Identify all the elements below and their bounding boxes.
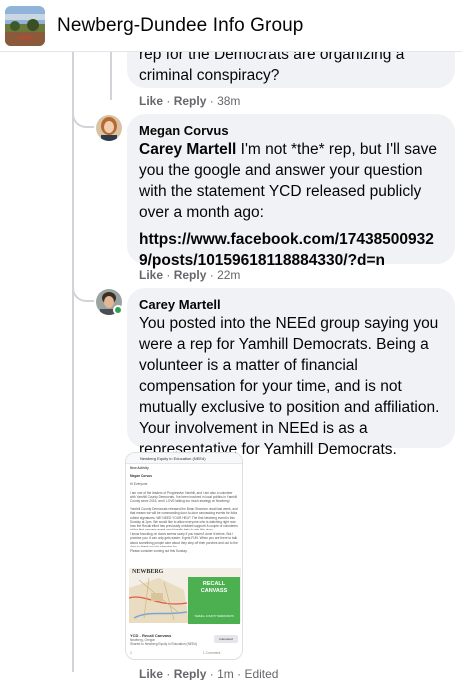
comment-body: You posted into the NEEd group saying yo… xyxy=(139,315,440,458)
thread-connector xyxy=(72,108,94,128)
thread-line xyxy=(72,52,74,672)
event-shared-to: Shared to Newberg Equity in Education (N… xyxy=(130,642,197,646)
thread-line xyxy=(110,52,112,100)
interested-button: Interested xyxy=(214,635,238,643)
like-button[interactable]: Like xyxy=(139,268,163,282)
comment-bubble: Carey Martell You posted into the NEEd g… xyxy=(127,288,455,458)
comment-bubble: Megan Corvus Carey Martell I'm not *the*… xyxy=(127,114,455,269)
comment-attachment-image[interactable]: Newberg Equity in Education (NEEd) New A… xyxy=(125,452,243,660)
attachment-body: I am one of the leaders of Progressive Y… xyxy=(130,490,238,504)
group-header: Newberg-Dundee Info Group xyxy=(0,0,462,52)
like-button[interactable]: Like xyxy=(139,94,163,108)
comment-timestamp[interactable]: 22m xyxy=(217,268,240,282)
edited-label[interactable]: Edited xyxy=(244,667,278,680)
attachment-body: Yamhill County Democrats released the Br… xyxy=(130,507,238,530)
online-status-indicator xyxy=(113,305,123,315)
map-label: NEWBERG xyxy=(132,569,164,575)
comment-timestamp[interactable]: 38m xyxy=(217,94,240,108)
comment-count: 1 Comment xyxy=(202,651,221,655)
group-avatar[interactable] xyxy=(5,5,45,46)
attachment-reactions: 1 1 Comment xyxy=(130,651,220,655)
comment-author[interactable]: Carey Martell xyxy=(139,296,443,313)
attachment-greeting: Hi Everyone xyxy=(130,482,148,487)
attachment-new-activity: New Activity xyxy=(130,466,149,470)
comment-text: Carey Martell I'm not *the* rep, but I'l… xyxy=(139,139,443,223)
comment-text: criminal conspiracy? xyxy=(139,67,280,84)
comment-timestamp[interactable]: 1m xyxy=(217,667,234,680)
attachment-group-title: Newberg Equity in Education (NEEd) xyxy=(126,453,242,464)
comment-link[interactable]: https://www.facebook.com/174385009329/po… xyxy=(139,229,443,271)
comment-author[interactable]: Megan Corvus xyxy=(139,122,443,139)
like-button[interactable]: Like xyxy=(139,667,163,680)
party-label: YAMHILL COUNTY DEMOCRATS xyxy=(194,615,234,618)
comment-actions: Like · Reply · 22m xyxy=(139,268,241,282)
group-name[interactable]: Newberg-Dundee Info Group xyxy=(57,15,303,37)
reaction-count: 1 xyxy=(130,651,132,655)
comment-actions: Like · Reply · 1m · Edited xyxy=(139,667,279,680)
attachment-poster: Megan Corvus xyxy=(130,474,152,479)
event-subtitle: Newberg, Oregon Shared to Newberg Equity… xyxy=(130,638,197,646)
attachment-body: Please consider coming out this Sunday. xyxy=(130,549,188,554)
recall-title: RECALL CANVASS xyxy=(200,581,228,594)
reply-button[interactable]: Reply xyxy=(174,667,207,680)
reply-button[interactable]: Reply xyxy=(174,94,207,108)
mention[interactable]: Carey Martell xyxy=(139,141,236,158)
attachment-body: I know knocking on doors seems scary if … xyxy=(130,532,238,548)
reply-button[interactable]: Reply xyxy=(174,268,207,282)
thread-connector xyxy=(72,282,94,302)
comment-actions: Like · Reply · 38m xyxy=(139,94,241,108)
avatar[interactable] xyxy=(96,115,122,141)
